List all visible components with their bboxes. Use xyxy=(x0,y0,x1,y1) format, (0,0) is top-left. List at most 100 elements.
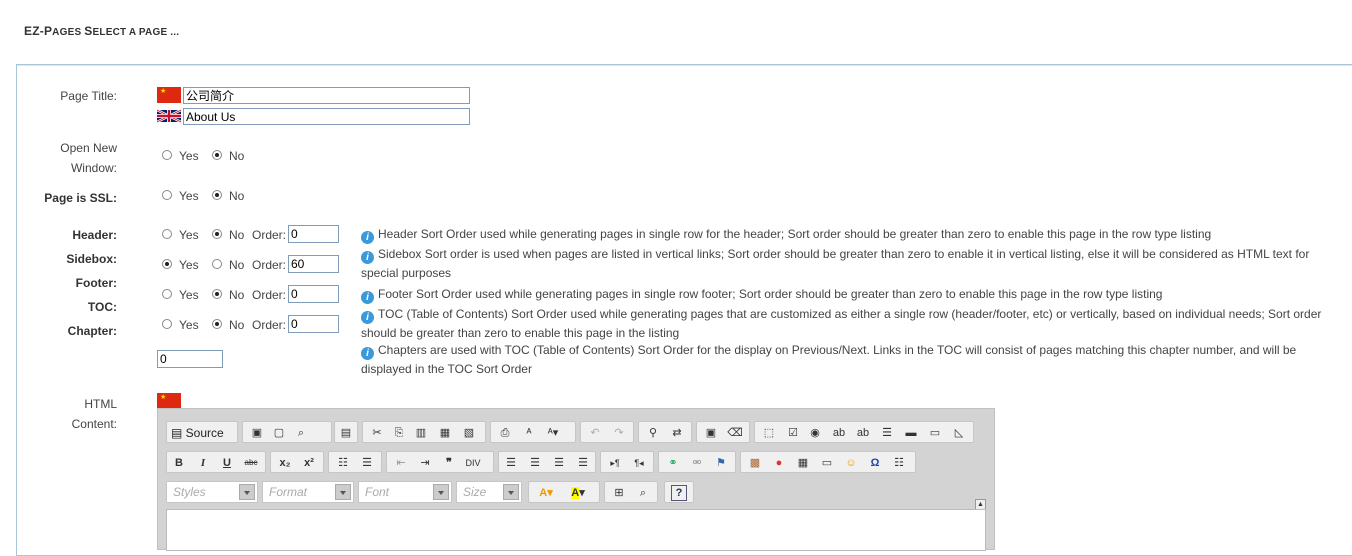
button-field-icon[interactable]: ▬ xyxy=(903,425,919,441)
align-center-icon[interactable]: ☰ xyxy=(527,455,543,471)
footer-no-radio[interactable] xyxy=(212,289,222,299)
subscript-icon[interactable]: x₂ xyxy=(277,455,293,471)
table-icon[interactable]: ▦ xyxy=(795,455,811,471)
form-icon[interactable]: ⬚ xyxy=(761,425,777,441)
show-blocks-icon[interactable]: ⌕ xyxy=(635,485,651,501)
china-flag-icon xyxy=(157,393,181,409)
toc-order-label: Order: xyxy=(252,318,287,332)
sidebox-order-input[interactable] xyxy=(288,255,339,273)
numbered-list-icon[interactable]: ☷ xyxy=(335,455,351,471)
footer-order-input[interactable] xyxy=(288,285,339,303)
text-direction-ltr-icon[interactable]: ▸¶ xyxy=(607,455,623,471)
page-title-cn-input[interactable] xyxy=(183,87,470,104)
checkbox-icon[interactable]: ☑ xyxy=(785,425,801,441)
paste-icon[interactable]: ▥ xyxy=(413,425,429,441)
chevron-down-icon xyxy=(503,484,519,500)
align-right-icon[interactable]: ☰ xyxy=(551,455,567,471)
new-page-icon[interactable]: ▢ xyxy=(271,425,287,441)
find-icon[interactable]: ⚲ xyxy=(645,425,661,441)
open-new-window-label: Open New xyxy=(60,141,117,155)
flash-icon[interactable]: ● xyxy=(771,455,787,471)
font-combo[interactable]: Font xyxy=(358,481,452,503)
ssl-yes-radio[interactable] xyxy=(162,190,172,200)
image-icon[interactable]: ▩ xyxy=(747,455,763,471)
footer-yes-label: Yes xyxy=(179,288,199,302)
bulleted-list-icon[interactable]: ☰ xyxy=(359,455,375,471)
html-content-label-2: Content: xyxy=(71,417,117,431)
redo-icon[interactable]: ↷ xyxy=(611,425,627,441)
align-left-icon[interactable]: ☰ xyxy=(503,455,519,471)
outdent-icon[interactable]: ⇤ xyxy=(393,455,409,471)
remove-format-icon[interactable]: ⌫ xyxy=(727,425,743,441)
source-button[interactable]: ▤ Source xyxy=(171,425,231,441)
save-icon[interactable]: ▣ xyxy=(249,425,265,441)
superscript-icon[interactable]: x² xyxy=(301,455,317,471)
maximize-icon[interactable]: ⊞ xyxy=(611,485,627,501)
header-yes-radio[interactable] xyxy=(162,229,172,239)
strikethrough-icon[interactable]: abc xyxy=(243,455,259,471)
format-combo[interactable]: Format xyxy=(262,481,354,503)
bold-icon[interactable]: B xyxy=(171,455,187,471)
editor-content-area[interactable] xyxy=(166,509,986,551)
toc-label: TOC: xyxy=(87,300,117,314)
underline-icon[interactable]: U xyxy=(219,455,235,471)
justify-icon[interactable]: ☰ xyxy=(575,455,591,471)
textfield-icon[interactable]: ab xyxy=(831,425,847,441)
text-color-icon[interactable]: A▾ xyxy=(533,485,559,501)
text-direction-rtl-icon[interactable]: ¶◂ xyxy=(631,455,647,471)
uk-flag-icon xyxy=(157,108,181,124)
toc-no-radio[interactable] xyxy=(212,319,222,329)
page-title-en-input[interactable] xyxy=(183,108,470,125)
new-window-no-radio[interactable] xyxy=(212,150,222,160)
header-no-radio[interactable] xyxy=(212,229,222,239)
help-icon[interactable]: ? xyxy=(671,485,687,501)
chapter-input[interactable] xyxy=(157,350,223,368)
footer-yes-radio[interactable] xyxy=(162,289,172,299)
smiley-icon[interactable]: ☺ xyxy=(843,455,859,471)
header-order-input[interactable] xyxy=(288,225,339,243)
page-break-icon[interactable]: ☷ xyxy=(891,455,907,471)
sidebox-no-radio[interactable] xyxy=(212,259,222,269)
templates-icon[interactable]: ▤ xyxy=(338,425,354,441)
sidebox-yes-label: Yes xyxy=(179,258,199,272)
hidden-field-icon[interactable]: ◺ xyxy=(951,425,967,441)
header-yes-label: Yes xyxy=(179,228,199,242)
div-container-icon[interactable]: DIV xyxy=(465,455,481,471)
print-icon[interactable]: ⎙ xyxy=(497,425,513,441)
link-icon[interactable]: ⚭ xyxy=(665,455,681,471)
paste-word-icon[interactable]: ▧ xyxy=(461,425,477,441)
image-button-icon[interactable]: ▭ xyxy=(927,425,943,441)
styles-combo[interactable]: Styles xyxy=(166,481,258,503)
toc-help-text: i TOC (Table of Contents) Sort Order used… xyxy=(361,307,1322,340)
unlink-icon[interactable]: ⚮ xyxy=(689,455,705,471)
special-char-icon[interactable]: Ω xyxy=(867,455,883,471)
new-window-yes-radio[interactable] xyxy=(162,150,172,160)
html-content-label: HTML xyxy=(84,397,117,411)
toc-order-input[interactable] xyxy=(288,315,339,333)
header-no-label: No xyxy=(229,228,245,242)
info-icon: i xyxy=(361,251,374,264)
textarea-icon[interactable]: ab xyxy=(855,425,871,441)
horizontal-rule-icon[interactable]: ▭ xyxy=(819,455,835,471)
select-field-icon[interactable]: ☰ xyxy=(879,425,895,441)
replace-icon[interactable]: ⇄ xyxy=(669,425,685,441)
select-all-icon[interactable]: ▣ xyxy=(703,425,719,441)
indent-icon[interactable]: ⇥ xyxy=(417,455,433,471)
cut-icon[interactable]: ✂ xyxy=(369,425,385,441)
copy-icon[interactable]: ⎘ xyxy=(391,425,407,441)
paste-text-icon[interactable]: ▦ xyxy=(437,425,453,441)
italic-icon[interactable]: I xyxy=(195,455,211,471)
anchor-flag-icon[interactable]: ⚑ xyxy=(713,455,729,471)
background-color-icon[interactable]: A▾ xyxy=(565,485,591,501)
sidebox-yes-radio[interactable] xyxy=(162,259,172,269)
chapter-label: Chapter: xyxy=(67,324,117,338)
ssl-no-radio[interactable] xyxy=(212,190,222,200)
spellcheck-dropdown-icon[interactable]: ᴬ▾ xyxy=(545,425,561,441)
undo-icon[interactable]: ↶ xyxy=(587,425,603,441)
spellcheck-icon[interactable]: ᴬ xyxy=(521,425,537,441)
size-combo[interactable]: Size xyxy=(456,481,522,503)
preview-icon[interactable]: ⌕ xyxy=(293,425,309,441)
blockquote-icon[interactable]: ❞ xyxy=(441,455,457,471)
toc-yes-radio[interactable] xyxy=(162,319,172,329)
radio-icon[interactable]: ◉ xyxy=(807,425,823,441)
